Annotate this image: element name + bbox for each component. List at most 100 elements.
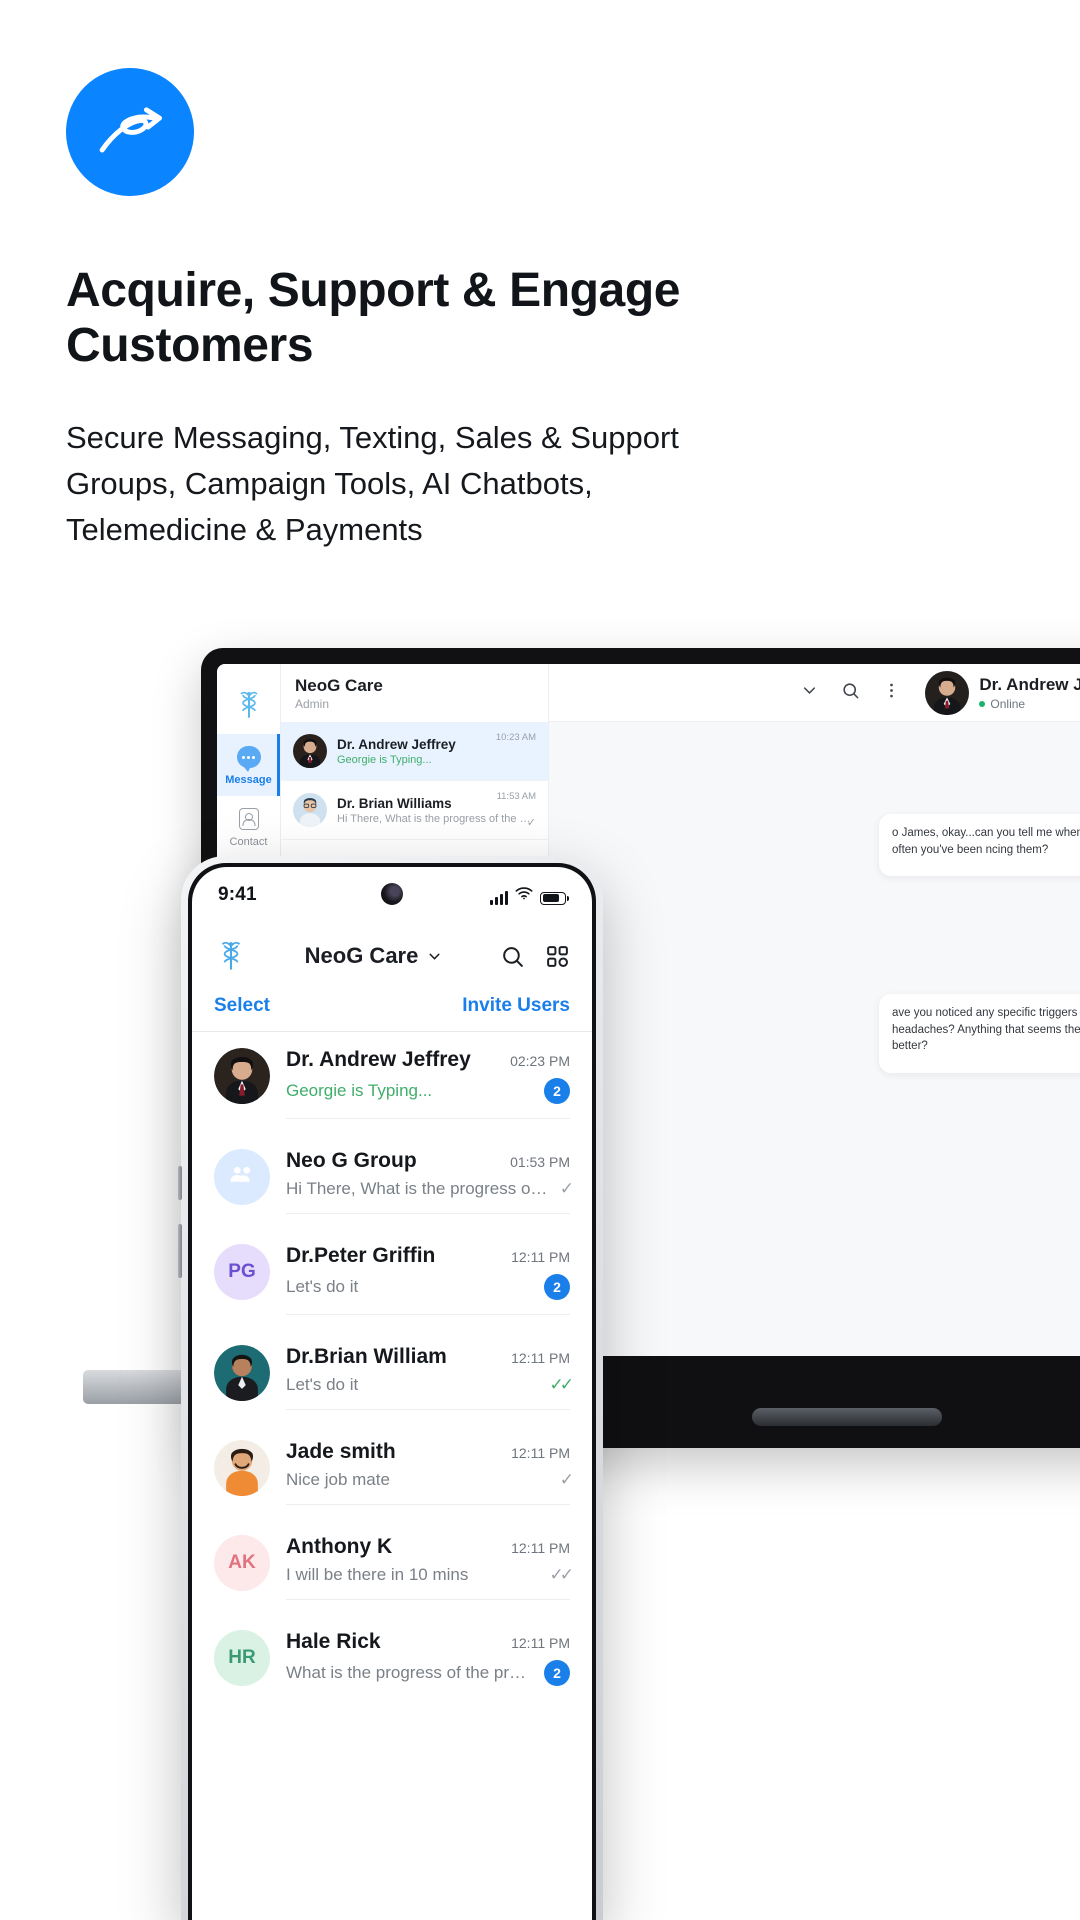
chat-preview: Let's do it xyxy=(286,1375,359,1394)
phone-workspace-name: NeoG Care xyxy=(304,943,419,968)
chat-time: 12:11 PM xyxy=(511,1350,570,1366)
phone-volume-up-button[interactable] xyxy=(178,1166,182,1200)
chat-preview: Georgie is Typing... xyxy=(286,1081,433,1100)
list-item[interactable]: PG Dr.Peter Griffin 12:11 PM Let's do it… xyxy=(192,1228,592,1329)
list-item[interactable]: HR Hale Rick 12:11 PM What is the progre… xyxy=(192,1614,592,1714)
chat-bubble-text: ave you noticed any specific triggers e … xyxy=(892,1007,1080,1053)
unread-badge: 2 xyxy=(544,1078,570,1104)
chat-preview: What is the progress of the project? xyxy=(286,1663,534,1682)
chat-time: 12:11 PM xyxy=(511,1540,570,1556)
phone-header: NeoG Care xyxy=(192,923,592,989)
select-button[interactable]: Select xyxy=(214,995,270,1017)
group-icon xyxy=(227,1159,257,1195)
table-row[interactable]: Dr. Brian Williams Hi There, What is the… xyxy=(281,781,548,840)
avatar-initials-text: PG xyxy=(228,1261,256,1282)
wifi-icon xyxy=(515,886,533,905)
avatar xyxy=(214,1440,270,1496)
sidebar-item-message-label: Message xyxy=(225,774,272,786)
chat-time: 12:11 PM xyxy=(511,1445,570,1461)
chat-tick-icon: ✓ xyxy=(526,817,536,829)
chat-preview: Georgie is Typing... xyxy=(337,753,432,766)
chat-name: Anthony K xyxy=(286,1535,393,1558)
page-title: Acquire, Support & Engage Customers xyxy=(66,264,681,372)
list-item[interactable]: Dr.Brian William 12:11 PM Let's do it ✓✓ xyxy=(192,1329,592,1424)
list-item[interactable]: Neo G Group 01:53 PM Hi There, What is t… xyxy=(192,1133,592,1228)
phone-mockup: 9:41 NeoG Care Select Invite Users Dr. A… xyxy=(178,856,603,1920)
conversation-title: Dr. Andrew Jeffrey xyxy=(979,674,1080,694)
chat-preview: Let's do it xyxy=(286,1277,359,1296)
avatar xyxy=(293,793,327,827)
search-icon[interactable] xyxy=(500,944,525,969)
delivered-tick-icon: ✓✓ xyxy=(549,1565,574,1584)
read-tick-icon: ✓✓ xyxy=(549,1375,574,1394)
online-dot-icon xyxy=(979,700,986,707)
page-subtitle: Secure Messaging, Texting, Sales & Suppo… xyxy=(66,420,679,548)
chat-time: 11:53 AM xyxy=(496,791,536,802)
phone-volume-down-button[interactable] xyxy=(178,1224,182,1278)
avatar-initials-text: AK xyxy=(228,1552,256,1573)
chat-bubble: ave you noticed any specific triggers e … xyxy=(879,994,1080,1074)
list-item[interactable]: Jade smith 12:11 PM Nice job mate ✓ xyxy=(192,1424,592,1519)
status-badge: Online xyxy=(979,697,1080,711)
battery-icon xyxy=(540,891,569,905)
chat-time: 10:23 AM xyxy=(495,732,536,743)
brand-logo xyxy=(66,68,194,196)
phone-screen: 9:41 NeoG Care Select Invite Users Dr. A… xyxy=(192,867,592,1920)
caduceus-icon xyxy=(214,939,248,973)
chat-name: Dr. Andrew Jeffrey xyxy=(286,1048,471,1071)
message-bubble-icon xyxy=(236,744,262,772)
status-time: 9:41 xyxy=(218,884,257,905)
sidebar-item-message[interactable]: Message xyxy=(217,734,280,796)
list-item[interactable]: Dr. Andrew Jeffrey 02:23 PM Georgie is T… xyxy=(192,1032,592,1133)
signal-bars-icon xyxy=(490,890,508,905)
desktop-org-header: NeoG Care Admin xyxy=(281,664,548,722)
chat-name: Dr.Peter Griffin xyxy=(286,1244,436,1267)
chat-time: 12:11 PM xyxy=(511,1249,570,1265)
avatar-initials-text: HR xyxy=(228,1647,256,1668)
delivered-tick-icon: ✓ xyxy=(559,1179,574,1198)
org-name: NeoG Care xyxy=(295,675,383,695)
grid-apps-icon[interactable] xyxy=(545,944,570,969)
chat-name: Hale Rick xyxy=(286,1630,381,1653)
avatar xyxy=(214,1048,270,1104)
search-icon[interactable] xyxy=(841,681,860,705)
unread-badge: 2 xyxy=(544,1274,570,1300)
hero-section: Acquire, Support & Engage Customers Secu… xyxy=(66,68,866,553)
delivered-tick-icon: ✓ xyxy=(559,1470,574,1489)
chevron-down-icon[interactable] xyxy=(800,681,819,705)
sidebar-item-contact-label: Contact xyxy=(229,836,268,848)
phone-bezel: 9:41 NeoG Care Select Invite Users Dr. A… xyxy=(188,863,596,1920)
desktop-conversation: Dr. Andrew Jeffrey Online 1 o James, oka… xyxy=(549,664,1080,1448)
chat-bubble: o James, okay...can you tell me when art… xyxy=(879,814,1080,877)
chat-preview: Hi There, What is the progress of the pr… xyxy=(337,812,536,825)
laptop-hinge xyxy=(752,1408,942,1426)
sidebar-item-contact[interactable]: Contact xyxy=(217,796,280,858)
chat-time: 01:53 PM xyxy=(510,1154,570,1170)
phone-subbar: Select Invite Users xyxy=(192,989,592,1031)
chat-preview: Nice job mate xyxy=(286,1470,390,1489)
list-item[interactable]: AK Anthony K 12:11 PM I will be there in… xyxy=(192,1519,592,1614)
laptop-base xyxy=(549,1356,1080,1448)
front-camera-icon xyxy=(381,883,403,905)
avatar xyxy=(214,1345,270,1401)
phone-workspace-switcher[interactable]: NeoG Care xyxy=(258,943,490,969)
avatar xyxy=(293,734,327,768)
avatar-initials: AK xyxy=(214,1535,270,1591)
chat-name: Jade smith xyxy=(286,1440,396,1463)
avatar-initials: PG xyxy=(214,1244,270,1300)
invite-users-button[interactable]: Invite Users xyxy=(462,995,570,1017)
status-label: Online xyxy=(990,696,1026,711)
phone-chat-list: Dr. Andrew Jeffrey 02:23 PM Georgie is T… xyxy=(192,1032,592,1714)
phone-status-bar: 9:41 xyxy=(192,867,592,923)
table-row[interactable]: Dr. Andrew Jeffrey Georgie is Typing... … xyxy=(281,722,548,781)
contact-card-icon xyxy=(236,806,262,832)
chat-name: Dr.Brian William xyxy=(286,1345,447,1368)
org-role: Admin xyxy=(295,696,330,711)
chevron-down-icon xyxy=(426,948,443,965)
caduceus-icon xyxy=(217,676,280,734)
more-vertical-icon[interactable] xyxy=(882,681,901,705)
chat-preview: Hi There, What is the progress of the pr… xyxy=(286,1179,550,1198)
chat-time: 02:23 PM xyxy=(510,1053,570,1069)
chat-preview: I will be there in 10 mins xyxy=(286,1565,469,1584)
avatar xyxy=(214,1149,270,1205)
